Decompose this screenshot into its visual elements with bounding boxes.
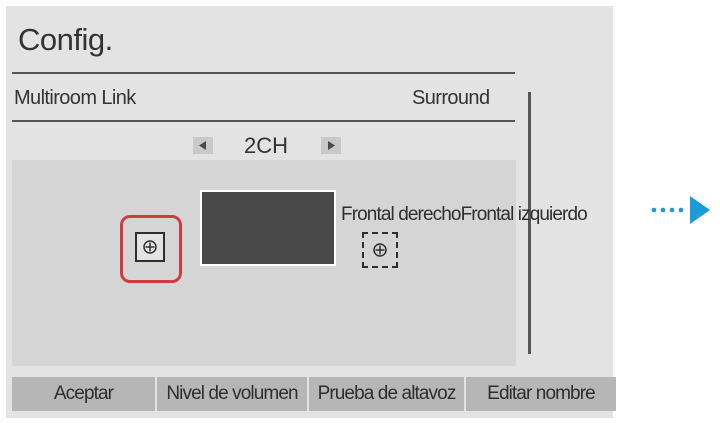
- divider-bottom: [12, 120, 515, 122]
- triangle-right-icon: [328, 141, 335, 150]
- triangle-left-icon: [199, 141, 206, 150]
- accept-button[interactable]: Aceptar: [12, 377, 157, 411]
- speaker-front-right[interactable]: [362, 232, 398, 268]
- mode-prev-button[interactable]: [193, 137, 213, 154]
- speaker-plus-icon: [373, 243, 387, 257]
- speaker-test-button[interactable]: Prueba de altavoz: [309, 377, 466, 411]
- mode-next-button[interactable]: [321, 137, 341, 154]
- page-title: Config.: [18, 22, 113, 57]
- speaker-label-left: Frontal izquierdo: [460, 204, 588, 225]
- button-bar: Aceptar Nivel de volumen Prueba de altav…: [12, 377, 616, 411]
- next-step-arrow-icon: [651, 196, 710, 224]
- divider-top: [12, 72, 515, 74]
- tv-screen: [200, 190, 336, 266]
- speaker-label-right: Frontal derecho: [341, 204, 461, 225]
- mode-value: 2CH: [244, 133, 289, 158]
- edit-name-button[interactable]: Editar nombre: [466, 377, 616, 411]
- speaker-plus-icon: [135, 232, 165, 262]
- volume-level-button[interactable]: Nivel de volumen: [157, 377, 309, 411]
- speaker-front-left-selected[interactable]: [120, 215, 182, 283]
- multiroom-link-label: Multiroom Link: [14, 87, 136, 109]
- speaker-labels: Frontal derechoFrontal izquierdo: [341, 204, 588, 226]
- surround-value[interactable]: Surround: [412, 87, 490, 110]
